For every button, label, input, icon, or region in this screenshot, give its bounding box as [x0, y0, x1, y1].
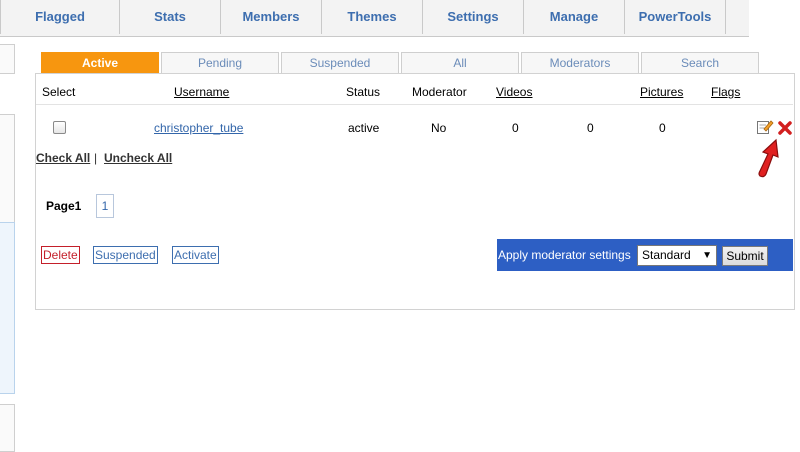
sidebar-block: [0, 44, 15, 74]
header-divider: [36, 104, 793, 105]
row-select-checkbox[interactable]: [53, 121, 66, 134]
activate-button[interactable]: Activate: [172, 246, 219, 264]
red-arrow-pointer-icon: [758, 138, 779, 178]
subtab-active[interactable]: Active: [41, 52, 159, 73]
col-header-status: Status: [346, 85, 381, 99]
col-header-moderator: Moderator: [412, 85, 467, 99]
sidebar-block: [0, 404, 15, 452]
uncheck-all-link[interactable]: Uncheck All: [104, 151, 172, 165]
col-header-flags[interactable]: Flags: [711, 85, 740, 99]
check-all-link[interactable]: Check All: [36, 151, 90, 165]
moderator-level-value: Standard: [642, 248, 691, 262]
nav-tab-flagged[interactable]: Flagged: [0, 0, 119, 34]
sidebar-block: [0, 222, 15, 394]
status-value: active: [348, 121, 380, 135]
nav-tab-manage[interactable]: Manage: [523, 0, 624, 34]
page-label: Page1: [46, 199, 82, 213]
subtab-search[interactable]: Search: [641, 52, 759, 73]
delete-button[interactable]: Delete: [41, 246, 80, 264]
selection-separator: |: [94, 151, 98, 165]
username-link[interactable]: christopher_tube: [154, 121, 243, 135]
dropdown-arrow-icon: ▼: [702, 250, 712, 261]
suspended-button[interactable]: Suspended: [93, 246, 158, 264]
pictures-value: 0: [659, 121, 666, 135]
nav-tab-themes[interactable]: Themes: [321, 0, 422, 34]
videos-value: 0: [512, 121, 519, 135]
subtab-moderators[interactable]: Moderators: [521, 52, 639, 73]
col-header-username[interactable]: Username: [174, 85, 229, 99]
moderator-level-select[interactable]: Standard ▼: [637, 245, 717, 266]
top-navigation: Flagged Stats Members Themes Settings Ma…: [0, 0, 749, 37]
nav-tab-powertools[interactable]: PowerTools: [624, 0, 726, 34]
submit-button[interactable]: Submit: [722, 246, 768, 266]
subtab-pending[interactable]: Pending: [161, 52, 279, 73]
moderator-value: No: [431, 121, 447, 135]
nav-tab-members[interactable]: Members: [220, 0, 321, 34]
nav-tab-stats[interactable]: Stats: [119, 0, 220, 34]
count-value: 0: [587, 121, 594, 135]
col-header-select: Select: [42, 85, 76, 99]
page-number-1[interactable]: 1: [96, 194, 114, 218]
left-sidebar-partial: [0, 44, 15, 452]
members-panel: [35, 73, 795, 310]
moderator-settings-label: Apply moderator settings: [498, 248, 631, 262]
subtab-suspended[interactable]: Suspended: [281, 52, 399, 73]
subtab-all[interactable]: All: [401, 52, 519, 73]
nav-tab-settings[interactable]: Settings: [422, 0, 523, 34]
col-header-videos[interactable]: Videos: [496, 85, 532, 99]
col-header-pictures[interactable]: Pictures: [640, 85, 683, 99]
